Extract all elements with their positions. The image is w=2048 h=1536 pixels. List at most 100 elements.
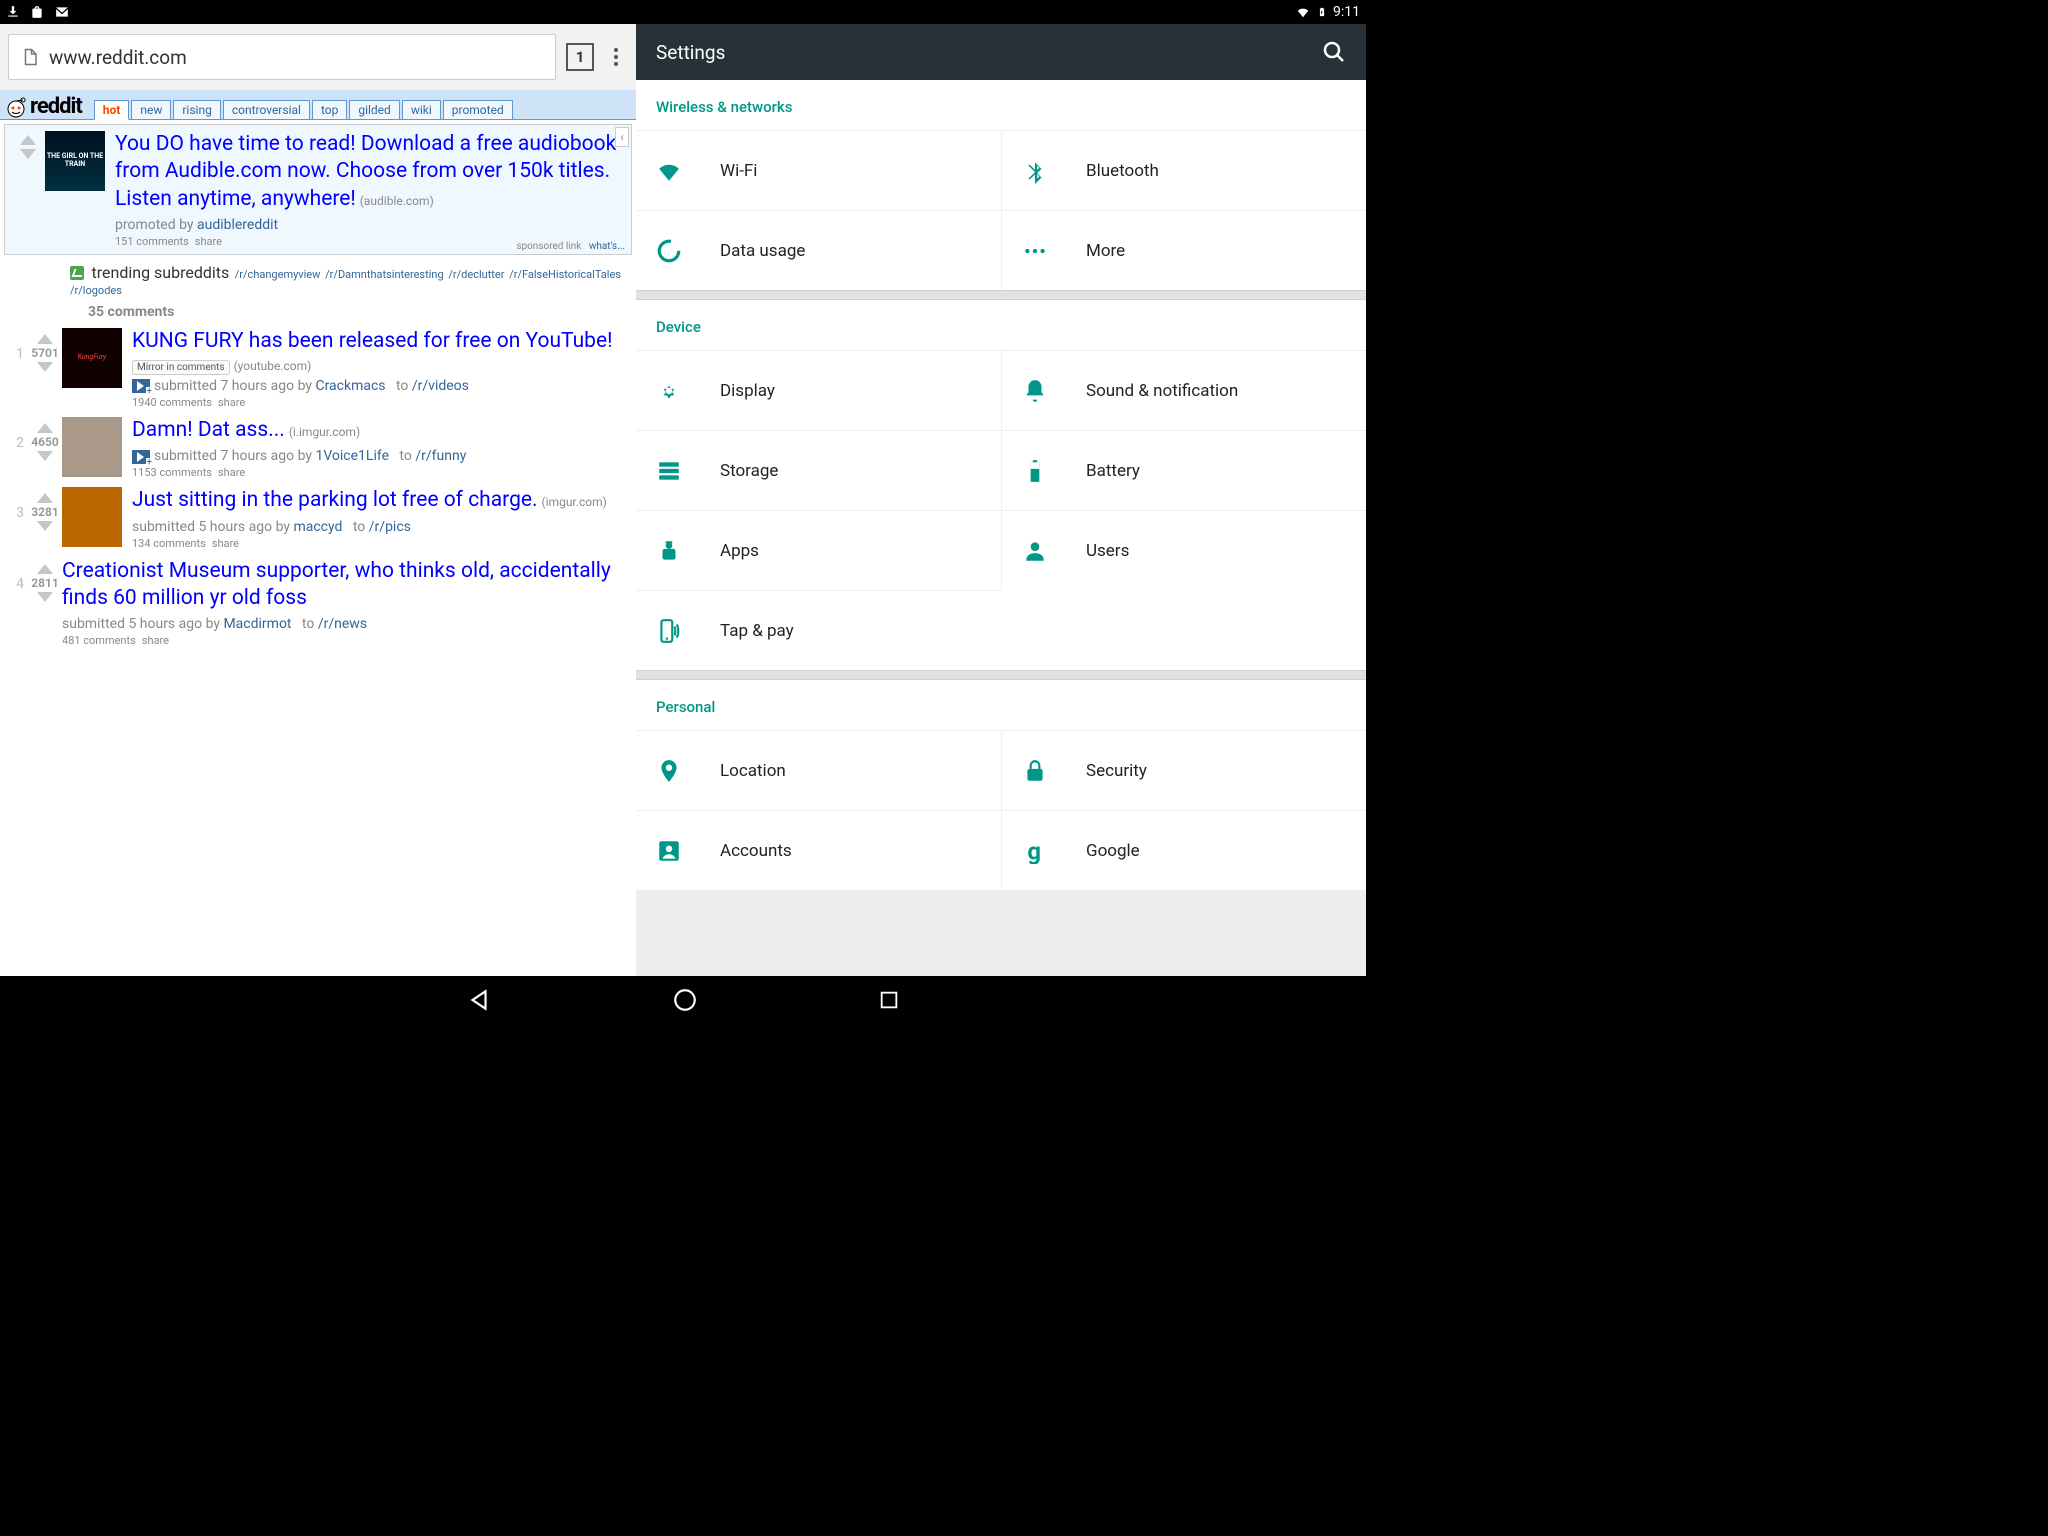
url-bar[interactable]: www.reddit.com (8, 34, 556, 80)
play-icon[interactable] (132, 450, 150, 464)
subreddit-link[interactable]: /r/funny (415, 448, 466, 464)
play-icon[interactable] (132, 379, 150, 393)
post-domain[interactable]: (i.imgur.com) (289, 425, 360, 439)
settings-item-battery[interactable]: Battery (1001, 430, 1366, 510)
downvote-button[interactable] (37, 521, 53, 531)
downvote-button[interactable] (37, 362, 53, 372)
post-title-link[interactable]: Just sitting in the parking lot free of … (132, 488, 538, 512)
post-title-link[interactable]: Damn! Dat ass... (132, 418, 285, 442)
upvote-button[interactable] (37, 334, 53, 344)
post-thumbnail[interactable] (62, 417, 122, 477)
recents-button[interactable] (878, 989, 900, 1011)
post-thumbnail[interactable]: THE GIRL ON THE TRAIN (45, 131, 105, 191)
post-thumbnail[interactable] (62, 487, 122, 547)
upvote-button[interactable] (37, 493, 53, 503)
tab-switcher[interactable]: 1 (566, 43, 594, 71)
settings-item-tap-pay[interactable]: Tap & pay (636, 590, 1001, 670)
reddit-tab-hot[interactable]: hot (94, 100, 130, 120)
share-link[interactable]: share (142, 634, 169, 647)
subreddit-link[interactable]: /r/news (318, 616, 367, 632)
settings-item-accounts[interactable]: Accounts (636, 810, 1001, 890)
author-link[interactable]: 1Voice1Life (315, 448, 389, 464)
post-score: 2811 (31, 576, 59, 590)
trending-sub-link[interactable]: /r/FalseHistoricalTales (506, 268, 621, 281)
reddit-tab-new[interactable]: new (131, 100, 171, 119)
subreddit-link[interactable]: /r/videos (412, 378, 469, 394)
comments-link[interactable]: 1940 comments (132, 396, 212, 409)
downvote-button[interactable] (37, 592, 53, 602)
settings-item-bluetooth[interactable]: Bluetooth (1001, 130, 1366, 210)
settings-item-storage[interactable]: Storage (636, 430, 1001, 510)
back-button[interactable] (466, 987, 492, 1013)
trending-sub-link[interactable]: /r/declutter (446, 268, 505, 281)
share-link[interactable]: share (218, 396, 245, 409)
status-bar: 9:11 (0, 0, 1366, 24)
mail-icon (54, 5, 70, 19)
search-icon[interactable] (1322, 40, 1346, 64)
comments-link[interactable]: 481 comments (62, 634, 136, 647)
comments-link[interactable]: 134 comments (132, 537, 206, 550)
settings-item-users[interactable]: Users (1001, 510, 1366, 590)
wifi-icon (656, 158, 684, 184)
post-domain[interactable]: (youtube.com) (234, 359, 312, 373)
browser-menu-button[interactable] (604, 45, 628, 69)
post-domain[interactable]: (audible.com) (360, 194, 434, 208)
apps-icon (656, 538, 684, 564)
post-title-link[interactable]: Creationist Museum supporter, who thinks… (62, 559, 611, 610)
trending-comments[interactable]: 35 comments (88, 304, 626, 320)
post-row: 4 2811 Creationist Museum supporter, who… (0, 554, 636, 652)
trending-label: trending subreddits (91, 263, 229, 282)
reddit-tab-wiki[interactable]: wiki (402, 100, 441, 119)
post-rank: 2 (0, 417, 28, 479)
downvote-button[interactable] (37, 451, 53, 461)
upvote-button[interactable] (37, 423, 53, 433)
settings-item-label: Battery (1086, 461, 1140, 481)
settings-pane: Settings Wireless & networksWi-FiBluetoo… (636, 24, 1366, 976)
reddit-logo[interactable]: reddit (4, 94, 82, 119)
post-row: 2 4650 Damn! Dat ass... (i.imgur.com) su… (0, 413, 636, 483)
downvote-button[interactable] (20, 149, 36, 159)
author-link[interactable]: Macdirmot (223, 616, 291, 632)
reddit-tab-controversial[interactable]: controversial (223, 100, 310, 119)
share-link[interactable]: share (218, 466, 245, 479)
settings-item-label: Location (720, 761, 786, 781)
location-icon (656, 758, 684, 784)
settings-item-apps[interactable]: Apps (636, 510, 1001, 590)
home-button[interactable] (672, 987, 698, 1013)
post-title-link[interactable]: KUNG FURY has been released for free on … (132, 329, 613, 353)
settings-item-google[interactable]: gGoogle (1001, 810, 1366, 890)
clock: 9:11 (1333, 4, 1360, 20)
subreddit-link[interactable]: /r/pics (369, 519, 411, 535)
settings-item-location[interactable]: Location (636, 730, 1001, 810)
post-domain[interactable]: (imgur.com) (542, 495, 607, 509)
trending-sub-link[interactable]: /r/Damnthatsinteresting (322, 268, 443, 281)
collapse-icon[interactable]: ‹ (615, 127, 629, 147)
reddit-tab-top[interactable]: top (312, 100, 347, 119)
author-link[interactable]: Crackmacs (315, 378, 385, 394)
post-thumbnail[interactable]: KungFury (62, 328, 122, 388)
share-link[interactable]: share (195, 235, 222, 248)
comments-link[interactable]: 1153 comments (132, 466, 212, 479)
settings-item-more[interactable]: More (1001, 210, 1366, 290)
settings-item-wi-fi[interactable]: Wi-Fi (636, 130, 1001, 210)
reddit-tab-promoted[interactable]: promoted (443, 100, 513, 119)
settings-item-label: Apps (720, 541, 759, 561)
reddit-tab-gilded[interactable]: gilded (349, 100, 399, 119)
post-score: 3281 (31, 505, 59, 519)
settings-item-sound-notification[interactable]: Sound & notification (1001, 350, 1366, 430)
share-link[interactable]: share (212, 537, 239, 550)
author-link[interactable]: audiblereddit (197, 217, 278, 233)
post-byline: promoted by audiblereddit (115, 217, 625, 233)
reddit-tab-rising[interactable]: rising (173, 100, 220, 119)
upvote-button[interactable] (37, 564, 53, 574)
trending-sub-link[interactable]: /r/changemyview (235, 268, 321, 281)
comments-link[interactable]: 151 comments (115, 235, 189, 248)
bluetooth-icon (1022, 158, 1050, 184)
settings-item-data-usage[interactable]: Data usage (636, 210, 1001, 290)
whats-this-link[interactable]: what's... (589, 241, 625, 252)
upvote-button[interactable] (20, 135, 36, 145)
author-link[interactable]: maccyd (293, 519, 342, 535)
settings-item-display[interactable]: Display (636, 350, 1001, 430)
settings-item-security[interactable]: Security (1001, 730, 1366, 810)
trending-sub-link[interactable]: /r/logodes (70, 284, 122, 297)
